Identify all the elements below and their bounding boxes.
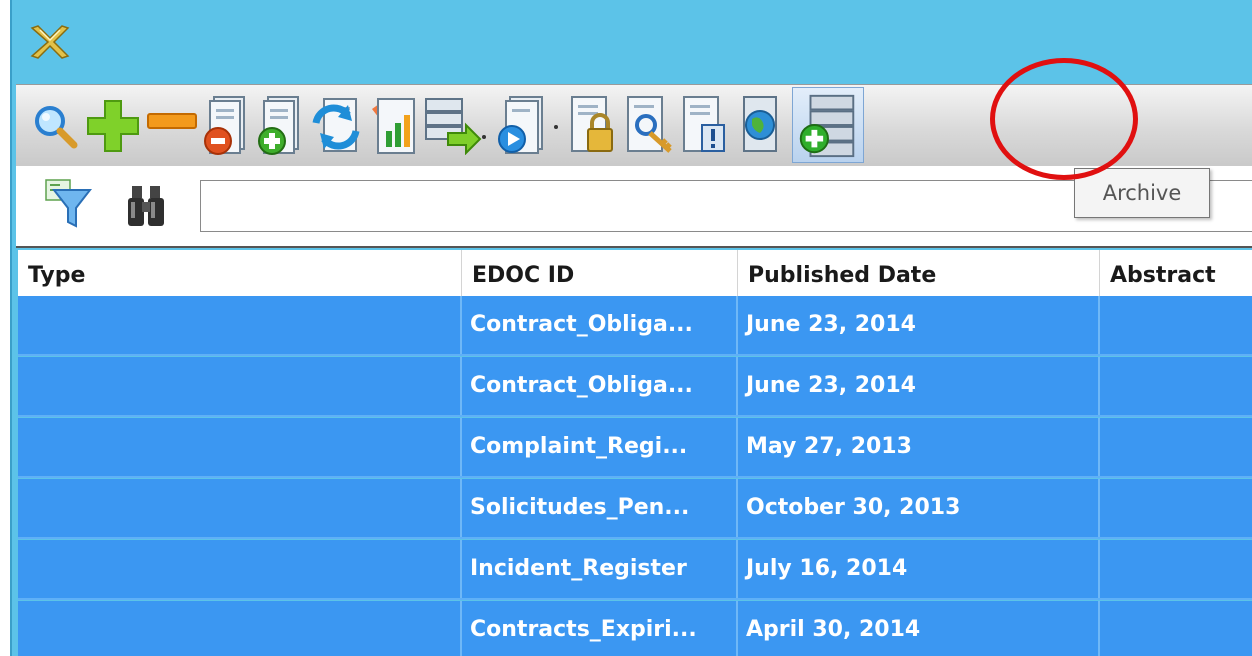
cell-published-date: June 23, 2014 — [738, 296, 1100, 354]
cell-published-date: October 30, 2013 — [738, 479, 1100, 537]
column-header-abstract[interactable]: Abstract — [1100, 250, 1252, 296]
cell-edoc-id: Complaint_Regi... — [462, 418, 738, 476]
cell-type — [18, 357, 462, 415]
cell-edoc-id: Solicitudes_Pen... — [462, 479, 738, 537]
cell-edoc-id: Contracts_Expiri... — [462, 601, 738, 656]
cell-type — [18, 601, 462, 656]
app-window: Archive Type EDOC ID Published Date Abst… — [10, 0, 1252, 656]
cell-published-date: May 27, 2013 — [738, 418, 1100, 476]
plus-icon[interactable] — [84, 97, 142, 155]
cell-published-date: June 23, 2014 — [738, 357, 1100, 415]
document-info-icon[interactable] — [676, 93, 734, 159]
globe-document-icon[interactable] — [732, 93, 790, 159]
table-row[interactable]: Contract_Obliga... June 23, 2014 — [18, 357, 1252, 417]
column-header-type[interactable]: Type — [18, 250, 462, 296]
document-key-icon[interactable] — [620, 93, 678, 159]
minus-icon[interactable] — [146, 111, 198, 131]
document-delete-icon[interactable] — [200, 93, 254, 159]
document-play-icon[interactable] — [490, 93, 562, 159]
cell-abstract — [1100, 540, 1252, 598]
cell-type — [18, 479, 462, 537]
cell-abstract — [1100, 296, 1252, 354]
filter-icon[interactable] — [44, 178, 92, 230]
cell-type — [18, 540, 462, 598]
export-list-icon[interactable] — [422, 95, 488, 155]
column-header-edoc-id[interactable]: EDOC ID — [462, 250, 738, 296]
highlight-ring — [990, 58, 1138, 180]
cell-edoc-id: Contract_Obliga... — [462, 357, 738, 415]
table-row[interactable]: Solicitudes_Pen... October 30, 2013 — [18, 479, 1252, 539]
chart-report-icon[interactable] — [364, 93, 422, 159]
table-row[interactable]: Complaint_Regi... May 27, 2013 — [18, 418, 1252, 478]
cell-abstract — [1100, 479, 1252, 537]
cell-type — [18, 418, 462, 476]
document-refresh-icon[interactable] — [308, 93, 366, 159]
cell-abstract — [1100, 418, 1252, 476]
cell-edoc-id: Contract_Obliga... — [462, 296, 738, 354]
table-row[interactable]: Contracts_Expiri... April 30, 2014 — [18, 601, 1252, 656]
cell-edoc-id: Incident_Register — [462, 540, 738, 598]
document-add-icon[interactable] — [254, 93, 308, 159]
cell-published-date: July 16, 2014 — [738, 540, 1100, 598]
cell-type — [18, 296, 462, 354]
table-row[interactable]: Contract_Obliga... June 23, 2014 — [18, 296, 1252, 356]
magnifier-icon[interactable] — [30, 101, 80, 151]
grid-header: Type EDOC ID Published Date Abstract — [18, 250, 1252, 297]
binoculars-icon[interactable] — [126, 182, 166, 230]
app-logo-icon — [28, 22, 72, 62]
table-row[interactable]: Incident_Register July 16, 2014 — [18, 540, 1252, 600]
archive-add-icon[interactable] — [792, 87, 864, 163]
cell-published-date: April 30, 2014 — [738, 601, 1100, 656]
cell-abstract — [1100, 357, 1252, 415]
document-lock-icon[interactable] — [564, 93, 622, 159]
column-header-published-date[interactable]: Published Date — [738, 250, 1100, 296]
cell-abstract — [1100, 601, 1252, 656]
archive-tooltip: Archive — [1074, 168, 1210, 218]
